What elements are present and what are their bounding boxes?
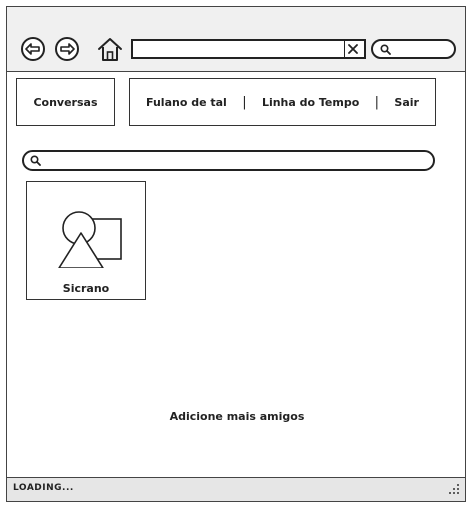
close-icon <box>348 44 358 54</box>
home-button[interactable] <box>97 36 123 62</box>
browser-toolbar <box>7 7 465 72</box>
forward-button[interactable] <box>55 37 79 61</box>
clear-url-button[interactable] <box>344 41 361 57</box>
browser-window: Conversas Fulano de tal | Linha do Tempo… <box>6 6 466 502</box>
friend-search-field[interactable] <box>22 150 435 171</box>
arrow-left-icon <box>25 43 40 55</box>
image-placeholder-icon <box>58 211 122 268</box>
profile-link[interactable]: Fulano de tal <box>146 96 227 109</box>
conversas-button[interactable]: Conversas <box>16 78 115 126</box>
top-menu: Fulano de tal | Linha do Tempo | Sair <box>129 78 436 126</box>
friend-name: Sicrano <box>62 282 110 295</box>
status-text: LOADING... <box>13 483 74 493</box>
logout-link[interactable]: Sair <box>394 96 419 109</box>
resize-grip-icon[interactable] <box>448 483 460 495</box>
menu-separator: | <box>242 94 247 110</box>
search-icon <box>30 155 41 166</box>
back-button[interactable] <box>21 37 45 61</box>
timeline-link[interactable]: Linha do Tempo <box>262 96 359 109</box>
page-content: Conversas Fulano de tal | Linha do Tempo… <box>7 72 465 477</box>
search-icon <box>380 44 391 55</box>
browser-search-input[interactable] <box>393 42 448 56</box>
friend-search-input[interactable] <box>44 153 424 168</box>
browser-search-field[interactable] <box>371 39 456 59</box>
url-bar[interactable] <box>131 39 366 59</box>
conversas-label: Conversas <box>33 95 98 109</box>
menu-separator: | <box>374 94 380 110</box>
url-input[interactable] <box>137 42 337 56</box>
add-friends-link[interactable]: Adicione mais amigos <box>7 410 467 423</box>
home-icon <box>98 38 122 61</box>
status-bar: LOADING... <box>7 477 465 501</box>
arrow-right-icon <box>60 43 75 55</box>
friend-card-sicrano[interactable]: Sicrano <box>26 181 146 300</box>
